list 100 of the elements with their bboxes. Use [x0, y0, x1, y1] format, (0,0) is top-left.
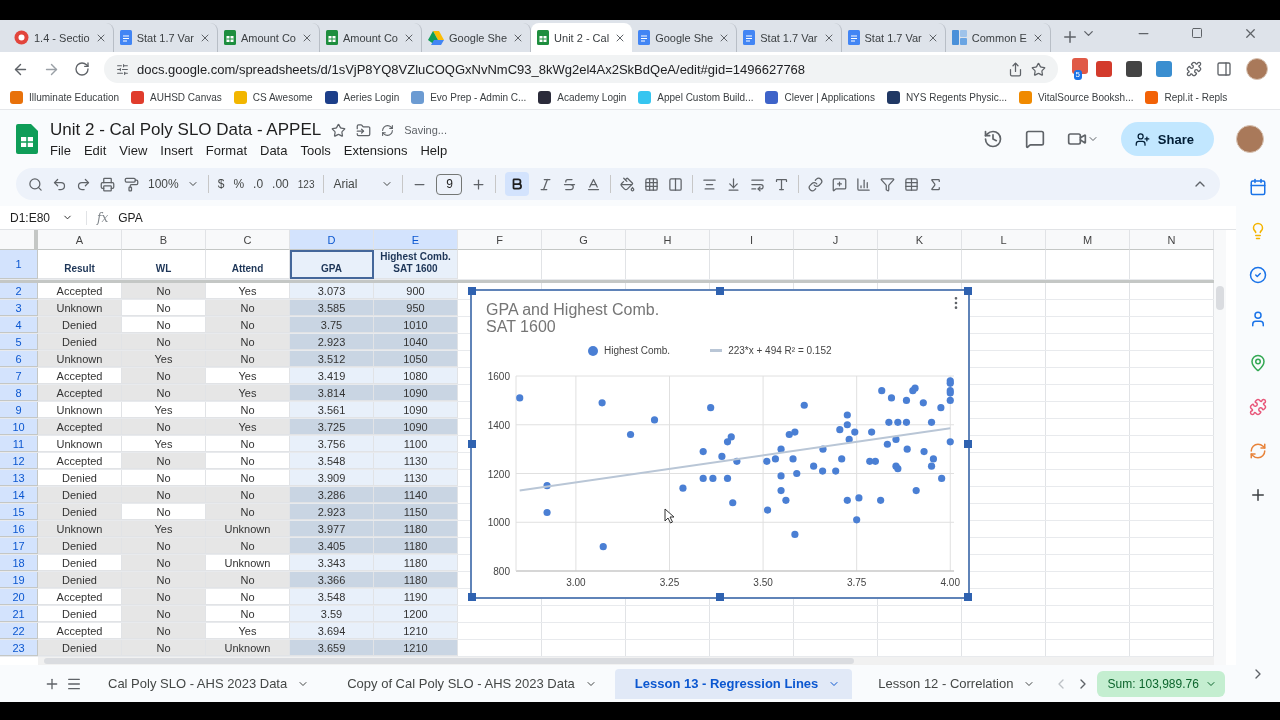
bookmark-link[interactable]: VitalSource Booksh... [1038, 92, 1134, 103]
puzzle-icon[interactable] [1186, 61, 1202, 77]
extension-icon[interactable] [1126, 61, 1142, 77]
row-header[interactable]: 9 [0, 402, 38, 418]
restore-icon[interactable] [1191, 27, 1203, 39]
font-select[interactable]: Arial [333, 177, 394, 191]
column-header[interactable]: K [878, 230, 962, 250]
move-folder-icon[interactable] [356, 122, 372, 138]
row-header[interactable]: 7 [0, 368, 38, 384]
row-header[interactable]: 5 [0, 334, 38, 350]
bookmark-link[interactable]: Evo Prep - Admin C... [430, 92, 527, 103]
text-wrap-icon[interactable] [750, 176, 766, 192]
paint-format-icon[interactable] [124, 176, 139, 192]
menu-item[interactable]: Extensions [343, 143, 408, 158]
text-rotation-icon[interactable] [774, 176, 790, 192]
column-header[interactable]: F [458, 230, 542, 250]
row-header[interactable]: 18 [0, 555, 38, 571]
check-circle-icon[interactable] [1249, 266, 1267, 284]
add-on-icon[interactable] [1249, 442, 1267, 460]
row-header[interactable]: 1 [0, 250, 38, 279]
resize-handle[interactable] [964, 593, 972, 601]
share-icon[interactable] [1007, 61, 1023, 77]
align-icon[interactable] [702, 176, 718, 192]
column-header[interactable]: J [794, 230, 878, 250]
zoom-select[interactable]: 100% [148, 177, 199, 191]
italic-icon[interactable] [538, 176, 554, 192]
menu-item[interactable]: Edit [83, 143, 107, 158]
strikethrough-icon[interactable] [562, 176, 578, 192]
merge-cells-icon[interactable] [668, 176, 684, 192]
increase-decimal-button[interactable]: .00 [272, 177, 289, 191]
browser-tab[interactable]: Unit 2 - Cal [531, 23, 633, 52]
menu-item[interactable]: File [50, 143, 71, 158]
comment-add-icon[interactable] [832, 176, 848, 192]
site-settings-icon[interactable] [116, 62, 129, 76]
resize-handle[interactable] [468, 287, 476, 295]
history-icon[interactable] [982, 129, 1003, 149]
column-header[interactable]: H [626, 230, 710, 250]
row-header[interactable]: 16 [0, 521, 38, 537]
row-header[interactable]: 23 [0, 640, 38, 656]
currency-button[interactable]: $ [217, 177, 225, 191]
number-format-button[interactable]: 123 [297, 178, 315, 190]
menu-item[interactable]: Format [205, 143, 247, 158]
plus-icon[interactable] [471, 176, 487, 192]
resize-handle[interactable] [468, 593, 476, 601]
filter-icon[interactable] [880, 176, 896, 192]
row-header[interactable]: 4 [0, 317, 38, 333]
sheet-tab[interactable]: Cal Poly SLO - AHS 2023 Data [88, 668, 322, 699]
resize-handle[interactable] [964, 440, 972, 448]
row-header[interactable]: 3 [0, 300, 38, 316]
resize-handle[interactable] [964, 287, 972, 295]
bookmark-link[interactable]: Clever | Applications [784, 92, 875, 103]
row-header[interactable]: 20 [0, 589, 38, 605]
sheet-tab[interactable]: Lesson 12 - Correlation [858, 668, 1048, 699]
address-field[interactable]: docs.google.com/spreadsheets/d/1sVjP8YQ8VZluCOQGxNvNmC93_8kWg2el4Ax2SkBdQeA/edit#gid=1496627768 [104, 55, 1058, 83]
profile-avatar[interactable] [1236, 125, 1264, 153]
calendar-icon[interactable] [1249, 178, 1267, 196]
bookmark-link[interactable]: CS Awesome [252, 92, 313, 103]
bookmark-link[interactable]: Aeries Login [343, 92, 400, 103]
add-icon[interactable] [1249, 486, 1267, 504]
bold-button[interactable] [505, 172, 530, 196]
bookmark-link[interactable]: Illuminate Education [29, 92, 120, 103]
link-icon[interactable] [808, 176, 824, 192]
row-header[interactable]: 11 [0, 436, 38, 452]
text-color-icon[interactable] [586, 176, 602, 192]
bookmark-link[interactable]: Academy Login [557, 92, 627, 103]
name-box[interactable]: D1:E80 [0, 210, 86, 225]
column-header[interactable]: C [206, 230, 290, 250]
scrollbar-thumb[interactable] [1216, 286, 1224, 310]
column-header[interactable]: M [1046, 230, 1130, 250]
row-header[interactable]: 10 [0, 419, 38, 435]
resize-handle[interactable] [468, 440, 476, 448]
bookmark-link[interactable]: NYS Regents Physic... [905, 92, 1008, 103]
chart-icon[interactable] [856, 176, 872, 192]
scrollbar-thumb[interactable] [44, 658, 854, 664]
side-panel-icon[interactable] [1216, 61, 1232, 77]
document-title[interactable]: Unit 2 - Cal Poly SLO Data - APPEL [50, 120, 322, 140]
row-header[interactable]: 12 [0, 453, 38, 469]
undo-icon[interactable] [52, 176, 67, 192]
print-icon[interactable] [100, 176, 115, 192]
chart[interactable]: 3.00 3.25 3.50 3.75 4.00 800 1000 1200 1400 1600 GPA and Highest Comb. SAT 1600 Highest Comb. 223*x + 494 R² = 0.152 [470, 289, 970, 599]
comment-icon[interactable] [1024, 129, 1045, 149]
star-icon[interactable] [1030, 61, 1046, 77]
menu-item[interactable]: Help [420, 143, 448, 158]
column-header[interactable]: L [962, 230, 1046, 250]
fill-color-icon[interactable] [620, 176, 636, 192]
person-icon[interactable] [1249, 310, 1267, 328]
bookmark-link[interactable]: Repl.it - Repls [1164, 92, 1228, 103]
row-header[interactable]: 6 [0, 351, 38, 367]
row-header[interactable]: 17 [0, 538, 38, 554]
resize-handle[interactable] [716, 287, 724, 295]
column-header[interactable]: A [38, 230, 122, 250]
extension-icon[interactable] [1071, 58, 1088, 74]
row-header[interactable]: 8 [0, 385, 38, 401]
resize-handle[interactable] [716, 593, 724, 601]
spreadsheet-logo-icon[interactable] [16, 124, 38, 154]
row-header[interactable]: 14 [0, 487, 38, 503]
sum-button[interactable]: Sum: 103,989.76 [1097, 670, 1225, 697]
menu-item[interactable]: Insert [160, 143, 193, 158]
redo-icon[interactable] [76, 176, 91, 192]
row-header[interactable]: 13 [0, 470, 38, 486]
